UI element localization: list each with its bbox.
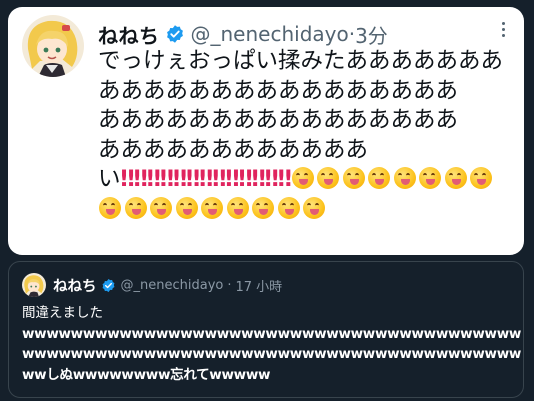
main-tweet-card[interactable]: ねねち @_nenechidayo · 3分 でっけぇおっぱい揉みたああああああ… xyxy=(8,7,524,255)
quoted-text-line: wwしぬwwwwwwww忘れてwwwww xyxy=(22,366,271,383)
verified-badge-icon xyxy=(101,278,116,293)
tweet-text-last-char: い xyxy=(98,166,121,192)
face-savoring-food-emoji xyxy=(419,167,442,189)
face-savoring-food-emoji xyxy=(317,167,340,189)
face-savoring-food-emoji xyxy=(150,196,172,219)
quoted-text-line: wwwwwwwwwwwwwwwwwwwwwwwwwwwwwwwwwwwwwwww… xyxy=(22,325,522,342)
face-savoring-food-emoji xyxy=(444,167,467,189)
face-savoring-food-emoji xyxy=(226,196,249,219)
face-savoring-food-emoji xyxy=(303,196,325,219)
quoted-tweet-card[interactable]: ねねち @_nenechidayo · 17 小時 間違えました wwwwwww… xyxy=(8,261,524,398)
quoted-text-line: wwwwwwwwwwwwwwwwwwwwwwwwwwwwwwwwwwwwwwww… xyxy=(22,346,522,362)
face-savoring-food-emoji xyxy=(342,167,365,189)
tweet-text-line: でっけぇおっぱい揉みたあああああああ xyxy=(98,48,504,74)
face-savoring-food-emoji xyxy=(291,167,314,189)
quoted-tweet-time[interactable]: 17 小時 xyxy=(235,276,282,295)
face-savoring-food-emoji xyxy=(175,196,198,219)
verified-badge-icon xyxy=(165,24,185,44)
face-savoring-food-emoji xyxy=(99,196,121,219)
quoted-author-name[interactable]: ねねち xyxy=(53,275,97,296)
face-savoring-food-emoji xyxy=(368,167,391,189)
face-savoring-food-emoji xyxy=(277,196,300,219)
face-savoring-food-emoji xyxy=(393,167,416,189)
tweet-header: ねねち @_nenechidayo · 3分 xyxy=(98,20,388,49)
quoted-author-handle[interactable]: @_nenechidayo xyxy=(121,278,224,293)
quoted-avatar[interactable] xyxy=(22,273,46,297)
tweet-text-line: ああああああああああああああああ xyxy=(98,77,459,104)
double-exclamation-marks: ‼‼‼‼‼‼‼‼‼‼‼‼‼ xyxy=(120,166,292,192)
separator-dot: · xyxy=(227,277,232,293)
tweet-text-line: ああああああああああああ xyxy=(98,136,369,163)
more-options-icon[interactable] xyxy=(496,17,510,41)
quoted-tweet-header: ねねち @_nenechidayo · 17 小時 xyxy=(53,274,282,296)
face-savoring-food-emoji xyxy=(201,196,223,219)
face-savoring-food-emoji xyxy=(124,196,147,219)
tweet-time[interactable]: 3分 xyxy=(355,20,388,49)
face-savoring-food-emoji xyxy=(470,167,493,189)
quoted-text-line: 間違えました xyxy=(22,305,103,321)
author-name[interactable]: ねねち xyxy=(98,20,160,49)
author-handle[interactable]: @_nenechidayo xyxy=(191,22,349,46)
tweet-text-tail: い‼‼‼‼‼‼‼‼‼‼‼‼‼ xyxy=(98,166,495,222)
avatar[interactable] xyxy=(22,15,84,77)
quoted-tweet-text: 間違えました wwwwwwwwwwwwwwwwwwwwwwwwwwwwwwwww… xyxy=(22,303,522,385)
face-savoring-food-emoji xyxy=(252,196,274,219)
tweet-text: でっけぇおっぱい揉みたあああああああ ああああああああああああああああ ああああ… xyxy=(98,47,506,224)
tweet-text-line: ああああああああああああああああ xyxy=(98,107,459,133)
